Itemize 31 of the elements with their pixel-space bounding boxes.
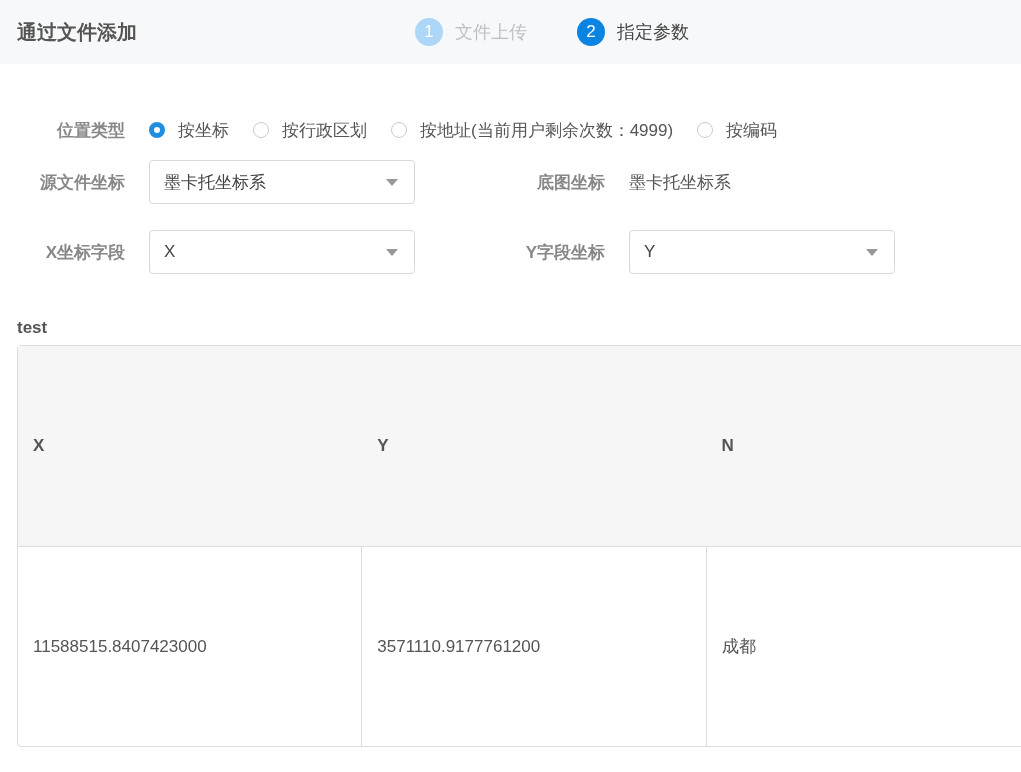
caret-icon — [386, 178, 398, 186]
column-header: Y — [362, 346, 707, 547]
radio-option[interactable]: 按编码 — [697, 118, 778, 142]
step-label: 指定参数 — [617, 21, 689, 44]
select-field[interactable]: 墨卡托坐标系 — [149, 160, 415, 204]
step-label: 文件上传 — [455, 21, 527, 44]
table-cell: 成都 — [706, 547, 1021, 746]
radio-label: 按坐标 — [178, 119, 229, 142]
field-label: X坐标字段 — [44, 241, 125, 264]
select-field[interactable]: X — [149, 230, 415, 274]
column-header: N — [706, 346, 1021, 547]
radio-option[interactable]: 按行政区划 — [253, 118, 367, 142]
radio-button[interactable] — [149, 122, 165, 138]
table-title: test — [17, 318, 49, 339]
caret-icon — [866, 248, 878, 256]
step-number: 1 — [415, 18, 443, 46]
select-field[interactable]: Y — [629, 230, 895, 274]
column-header: X — [18, 346, 363, 547]
field-label: Y字段坐标 — [524, 241, 605, 264]
caret-icon — [386, 248, 398, 256]
field-label: 位置类型 — [56, 119, 125, 142]
page-title: 通过文件添加 — [17, 19, 138, 45]
radio-label: 按编码 — [726, 119, 778, 142]
table-cell: 11588515.8407423000 — [18, 547, 363, 746]
field-label: 底图坐标 — [536, 171, 605, 194]
step-number: 2 — [577, 18, 605, 46]
field-label: 源文件坐标 — [39, 171, 125, 194]
table-cell: 3571110.9177761200 — [362, 547, 707, 746]
radio-label: 按行政区划 — [282, 119, 367, 142]
radio-option[interactable]: 按坐标 — [149, 118, 229, 142]
field-value: 墨卡托坐标系 — [629, 171, 731, 194]
